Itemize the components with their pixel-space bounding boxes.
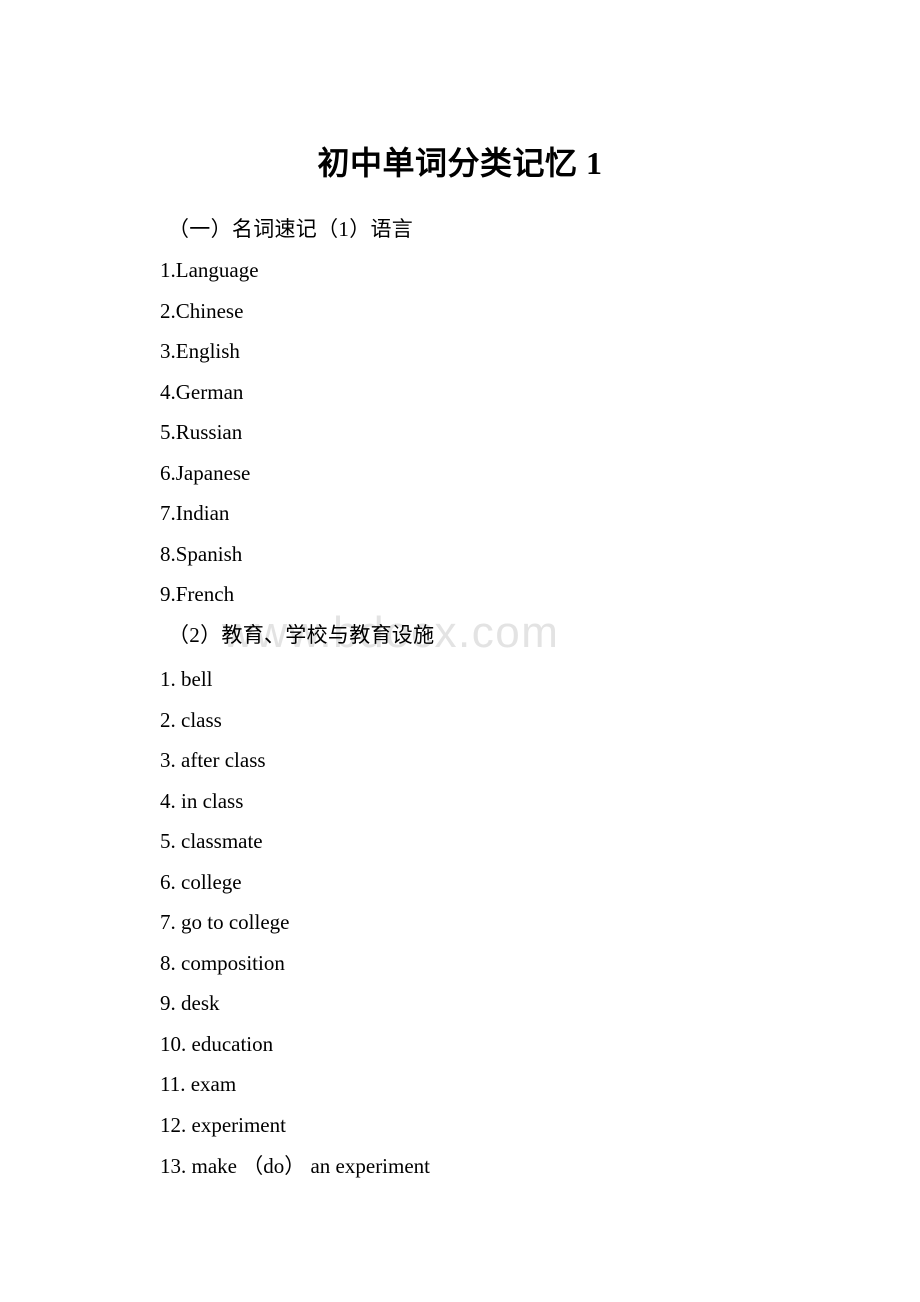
list-item: 7.Indian <box>160 501 230 525</box>
list-item: 7. go to college <box>160 910 290 934</box>
list-item: 1.Language <box>160 258 259 282</box>
list-item: 3. after class <box>160 748 266 772</box>
list-item: 2. class <box>160 708 222 732</box>
list-item: 8. composition <box>160 951 285 975</box>
list-item: 10. education <box>160 1032 274 1056</box>
list-item: 8.Spanish <box>160 542 243 566</box>
list-item: 9.French <box>160 582 235 606</box>
list-item: 5. classmate <box>160 829 263 853</box>
list-item: 4.German <box>160 380 244 404</box>
section-heading-2: （2）教育、学校与教育设施 <box>168 623 435 647</box>
page-title: 初中单词分类记忆 1 <box>317 145 603 181</box>
list-item: 2.Chinese <box>160 299 244 323</box>
list-item: 9. desk <box>160 991 220 1015</box>
list-item: 5.Russian <box>160 420 243 444</box>
list-item: 6. college <box>160 870 242 894</box>
list-item: 4. in class <box>160 789 244 813</box>
list-item: 3.English <box>160 339 240 363</box>
list-item: 13. make （do） an experiment <box>160 1154 431 1178</box>
document-page: www.bdocx.com 初中单词分类记忆 1 （一）名词速记（1）语言 1.… <box>0 0 920 1302</box>
section-heading-1: （一）名词速记（1）语言 <box>168 217 414 241</box>
list-item: 1. bell <box>160 667 213 691</box>
list-item: 11. exam <box>160 1072 237 1096</box>
list-item: 6.Japanese <box>160 461 251 485</box>
list-item: 12. experiment <box>160 1113 286 1137</box>
